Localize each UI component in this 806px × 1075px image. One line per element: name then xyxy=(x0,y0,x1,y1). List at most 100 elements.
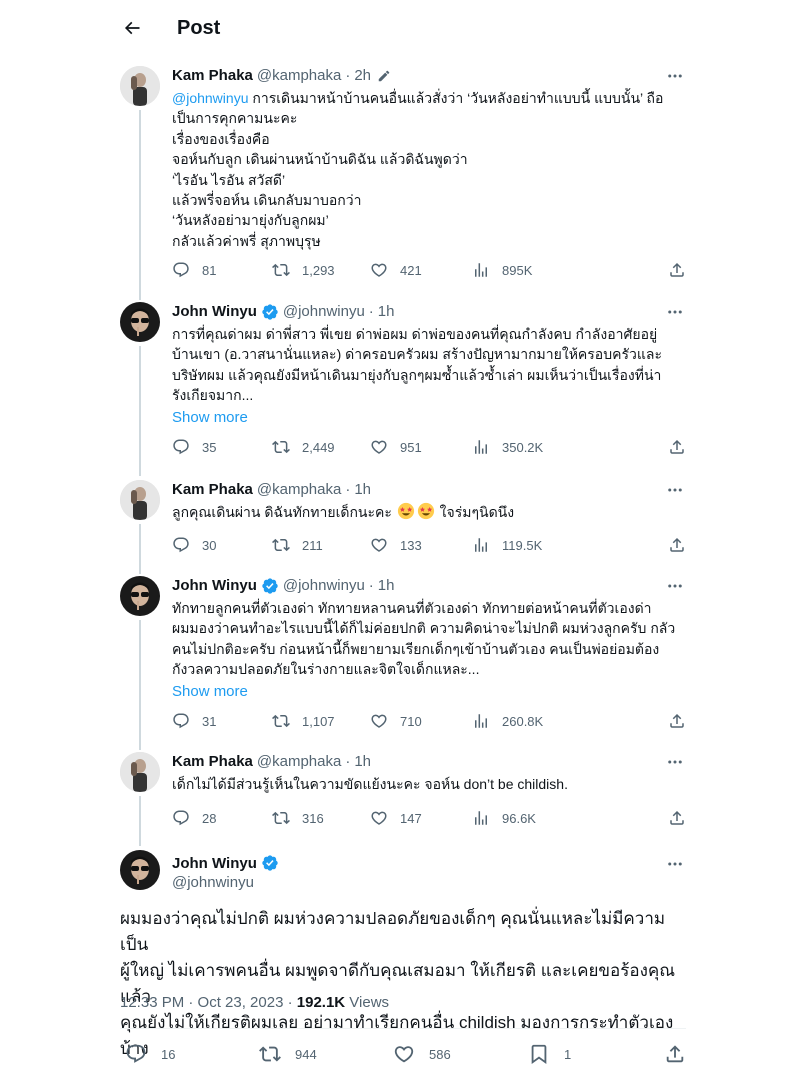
edited-icon[interactable] xyxy=(377,69,391,83)
author-handle[interactable]: @kamphaka xyxy=(257,752,341,772)
more-icon[interactable] xyxy=(664,854,686,874)
avatar[interactable] xyxy=(120,480,160,520)
reply-icon xyxy=(126,1044,146,1063)
separator-dot: · xyxy=(345,753,351,770)
show-more-link[interactable]: Show more xyxy=(172,682,248,702)
reply-icon xyxy=(173,810,189,826)
reply-count: 28 xyxy=(202,810,217,826)
star-struck-emoji-icon xyxy=(397,502,415,520)
views-button[interactable]: 350.2K xyxy=(472,437,543,457)
separator-dot: · xyxy=(368,577,374,594)
verified-badge-icon xyxy=(261,303,279,321)
repost-button[interactable]: 1,107 xyxy=(272,711,335,731)
share-button[interactable] xyxy=(664,1042,686,1066)
author-handle[interactable]: @johnwinyu xyxy=(283,302,365,322)
thread-connector xyxy=(139,796,141,846)
heart-icon xyxy=(371,440,387,454)
bar-chart-icon xyxy=(475,714,487,728)
more-icon[interactable] xyxy=(664,66,686,86)
page-title: Post xyxy=(177,17,221,39)
bookmark-icon xyxy=(531,1044,547,1065)
views-button[interactable]: 96.6K xyxy=(472,808,536,828)
author-name[interactable]: John Winyu xyxy=(172,855,257,872)
mention-link[interactable]: @johnwinyu xyxy=(172,90,248,106)
avatar[interactable] xyxy=(120,576,160,616)
post-time[interactable]: 1h xyxy=(354,480,371,500)
more-icon[interactable] xyxy=(664,576,686,596)
post-text: เด็กไม่ได้มีส่วนรู้เห็นในความขัดแย้งนะคะ… xyxy=(172,776,568,792)
like-button[interactable]: 421 xyxy=(370,260,422,280)
post-actions: 31 1,107 710 260.8K xyxy=(172,711,686,731)
reply-button[interactable]: 35 xyxy=(172,437,216,457)
share-button[interactable] xyxy=(668,711,686,731)
like-button[interactable]: 710 xyxy=(370,711,422,731)
avatar[interactable] xyxy=(120,850,160,890)
view-count: 119.5K xyxy=(502,537,543,553)
author-name[interactable]: Kam Phaka xyxy=(172,480,253,500)
share-button[interactable] xyxy=(668,437,686,457)
post-time[interactable]: 2h xyxy=(354,66,371,86)
repost-button[interactable]: 1,293 xyxy=(272,260,335,280)
reply-button[interactable]: 81 xyxy=(172,260,216,280)
like-button[interactable]: 951 xyxy=(370,437,422,457)
repost-icon xyxy=(272,811,290,825)
back-button[interactable] xyxy=(114,10,150,46)
bar-chart-icon xyxy=(475,811,487,825)
views-button[interactable]: 260.8K xyxy=(472,711,543,731)
bar-chart-icon xyxy=(475,263,487,277)
repost-button[interactable]: 944 xyxy=(259,1042,317,1066)
post-text-start: ลูกคุณเดินผ่าน ดิฉันทักทายเด็กนะคะ xyxy=(172,504,396,520)
reply-icon xyxy=(173,713,189,729)
like-count: 421 xyxy=(400,262,422,278)
repost-icon xyxy=(272,714,290,728)
reply-button[interactable]: 31 xyxy=(172,711,216,731)
post-text-line: ผมมองว่าคุณไม่ปกติ ผมห่วงความปลอดภัยของเ… xyxy=(120,909,666,954)
post-time[interactable]: 1h xyxy=(378,302,395,322)
repost-icon xyxy=(259,1046,281,1062)
like-button[interactable]: 147 xyxy=(370,808,422,828)
reply-button[interactable]: 30 xyxy=(172,535,216,555)
heart-icon xyxy=(394,1046,414,1063)
timestamp-text[interactable]: 12:33 PM · Oct 23, 2023 · xyxy=(120,994,297,1011)
repost-button[interactable]: 211 xyxy=(272,535,323,555)
like-button[interactable]: 586 xyxy=(393,1042,451,1066)
like-button[interactable]: 133 xyxy=(370,535,422,555)
more-icon[interactable] xyxy=(664,302,686,322)
separator-dot: · xyxy=(345,67,351,84)
views-label: Views xyxy=(345,994,390,1011)
repost-button[interactable]: 2,449 xyxy=(272,437,335,457)
reply-button[interactable]: 28 xyxy=(172,808,216,828)
author-handle[interactable]: @johnwinyu xyxy=(283,576,365,596)
author-handle[interactable]: @kamphaka xyxy=(257,66,341,86)
more-icon[interactable] xyxy=(664,752,686,772)
avatar[interactable] xyxy=(120,66,160,106)
like-count: 710 xyxy=(400,713,422,729)
reply-button[interactable]: 16 xyxy=(125,1042,175,1066)
avatar[interactable] xyxy=(120,302,160,342)
thread-connector xyxy=(139,346,141,476)
thread-connector xyxy=(139,110,141,300)
view-count: 895K xyxy=(502,262,533,278)
post-text-rest: เป็นการคุกคามนะคะ เรื่องของเรื่องคือ จอห… xyxy=(172,110,468,249)
show-more-link[interactable]: Show more xyxy=(172,408,248,428)
share-button[interactable] xyxy=(668,260,686,280)
author-handle[interactable]: @johnwinyu xyxy=(172,874,254,891)
heart-icon xyxy=(371,811,387,825)
post-text-end: ใจร่มๆนิดนึง xyxy=(435,504,515,520)
post-time[interactable]: 1h xyxy=(354,752,371,772)
more-icon[interactable] xyxy=(664,480,686,500)
share-button[interactable] xyxy=(668,535,686,555)
views-button[interactable]: 895K xyxy=(472,260,532,280)
author-handle[interactable]: @kamphaka xyxy=(257,480,341,500)
author-name[interactable]: John Winyu xyxy=(172,302,257,322)
repost-button[interactable]: 316 xyxy=(272,808,324,828)
author-name[interactable]: Kam Phaka xyxy=(172,752,253,772)
reply-icon xyxy=(173,439,189,455)
views-button[interactable]: 119.5K xyxy=(472,535,542,555)
author-name[interactable]: John Winyu xyxy=(172,576,257,596)
author-name[interactable]: Kam Phaka xyxy=(172,66,253,86)
bookmark-button[interactable]: 1 xyxy=(528,1042,571,1066)
avatar[interactable] xyxy=(120,752,160,792)
share-button[interactable] xyxy=(668,808,686,828)
post-time[interactable]: 1h xyxy=(378,576,395,596)
